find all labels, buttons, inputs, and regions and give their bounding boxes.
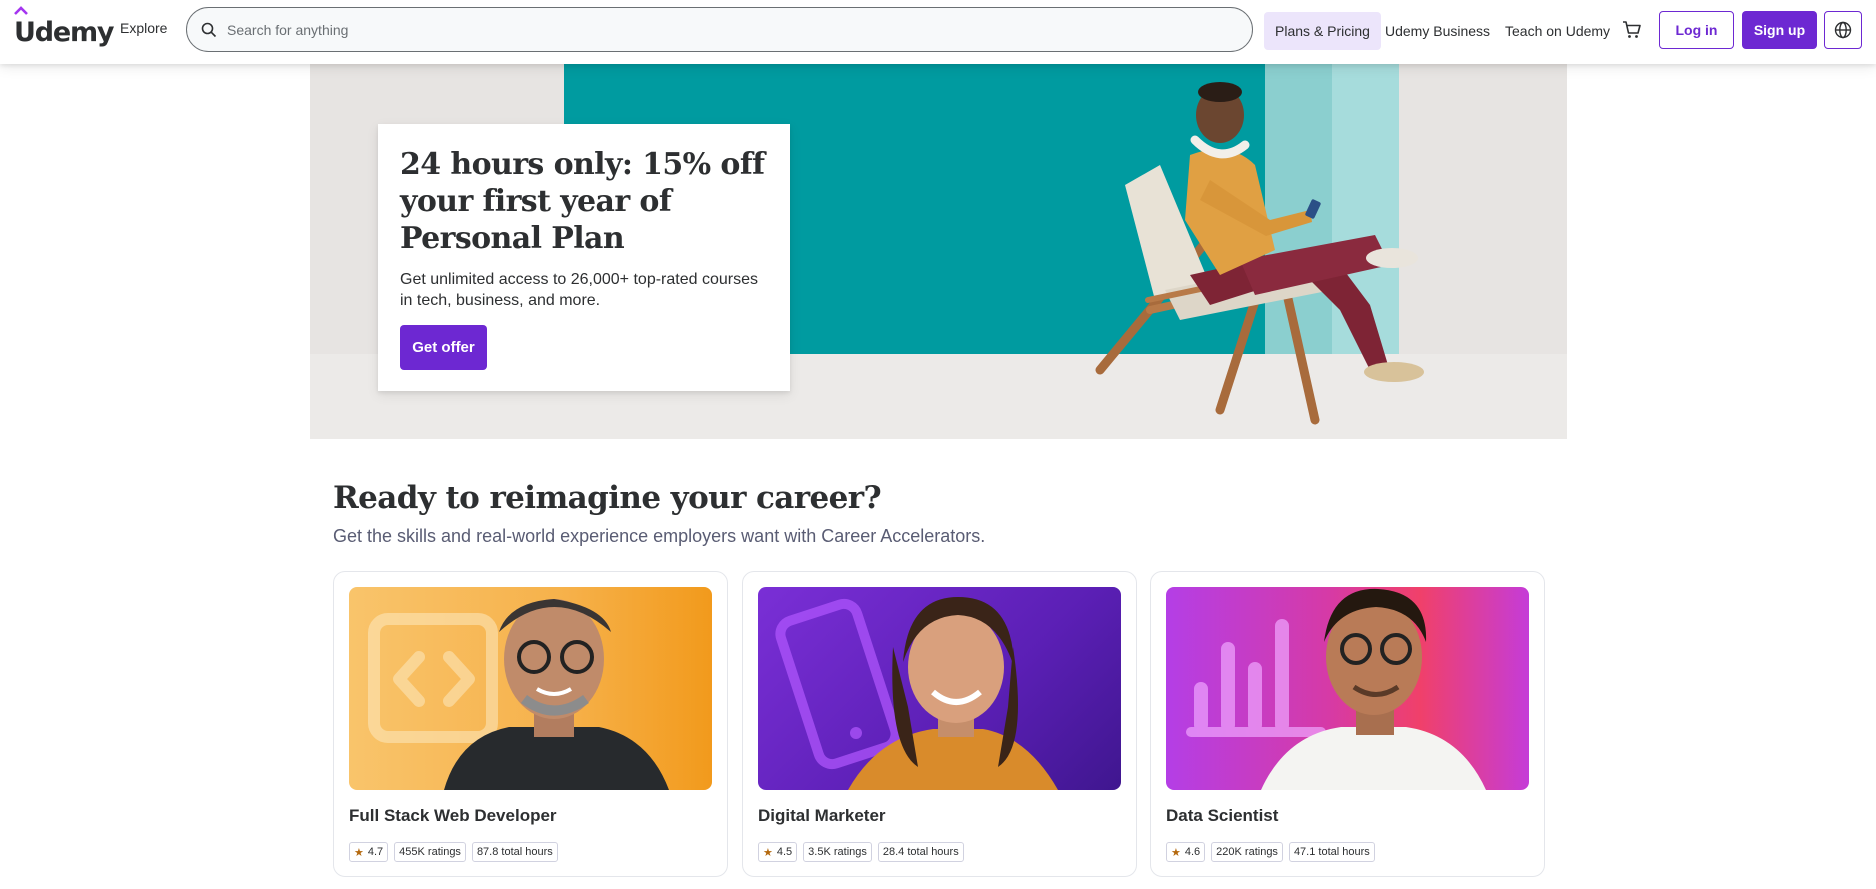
code-icon xyxy=(368,613,498,743)
hours-badge: 47.1 total hours xyxy=(1288,842,1375,862)
udemy-logo[interactable]: Udemy xyxy=(14,6,115,52)
hero-banner: 24 hours only: 15% off your first year o… xyxy=(310,64,1567,439)
card-meta: ★ 4.7 455K ratings 87.8 total hours xyxy=(349,842,558,862)
hero-illustration xyxy=(1095,82,1424,425)
hours-badge: 28.4 total hours xyxy=(877,842,964,862)
language-button[interactable] xyxy=(1824,11,1862,49)
career-section-title: Ready to reimagine your career? xyxy=(333,480,882,516)
offer-description: Get unlimited access to 26,000+ top-rate… xyxy=(400,271,758,309)
card-title: Data Scientist xyxy=(1166,806,1279,825)
ratings-count-badge: 220K ratings xyxy=(1211,842,1283,862)
card-title: Digital Marketer xyxy=(758,806,886,825)
get-offer-button[interactable]: Get offer xyxy=(400,325,487,370)
rating-badge: ★ 4.6 xyxy=(1166,842,1206,862)
udemy-business-link[interactable]: Udemy Business xyxy=(1374,12,1501,50)
hours-badge: 87.8 total hours xyxy=(471,842,558,862)
login-button[interactable]: Log in xyxy=(1659,11,1734,49)
career-card-full-stack[interactable]: Full Stack Web Developer ★ 4.7 455K ratin… xyxy=(333,571,728,877)
offer-card: 24 hours only: 15% off your first year o… xyxy=(378,124,790,391)
globe-icon xyxy=(1834,21,1852,39)
rating-value: 4.7 xyxy=(367,846,384,858)
rating-badge: ★ 4.5 xyxy=(758,842,798,862)
person-photo xyxy=(1261,588,1486,790)
ratings-count-badge: 455K ratings xyxy=(394,842,466,862)
rating-value: 4.5 xyxy=(776,846,793,858)
phone-icon xyxy=(775,598,901,770)
card-title: Full Stack Web Developer xyxy=(349,806,557,825)
teach-on-udemy-link[interactable]: Teach on Udemy xyxy=(1494,12,1621,50)
person-photo xyxy=(444,599,669,790)
logo-hat-icon xyxy=(14,6,28,15)
card-image xyxy=(1166,587,1529,790)
signup-button[interactable]: Sign up xyxy=(1742,11,1817,49)
logo-text: Udemy xyxy=(14,16,115,48)
search-input[interactable] xyxy=(227,9,1227,50)
rating-value: 4.6 xyxy=(1184,846,1201,858)
top-navbar: Udemy Explore Plans & Pricing Udemy Busi… xyxy=(0,0,1876,64)
bar-chart-icon xyxy=(1186,619,1326,737)
career-section-subtitle: Get the skills and real-world experience… xyxy=(333,526,986,546)
career-card-data-scientist[interactable]: Data Scientist ★ 4.6 220K ratings 47.1 to… xyxy=(1150,571,1545,877)
card-image xyxy=(349,587,712,790)
offer-title: 24 hours only: 15% off your first year o… xyxy=(400,147,765,256)
rating-badge: ★ 4.7 xyxy=(349,842,389,862)
star-icon: ★ xyxy=(354,846,364,859)
explore-menu[interactable]: Explore xyxy=(120,20,167,36)
ratings-count-badge: 3.5K ratings xyxy=(803,842,872,862)
star-icon: ★ xyxy=(1171,846,1181,859)
card-image xyxy=(758,587,1121,790)
cart-icon[interactable] xyxy=(1620,18,1644,42)
search-bar[interactable] xyxy=(186,7,1253,52)
plans-pricing-link[interactable]: Plans & Pricing xyxy=(1264,12,1381,50)
search-icon[interactable] xyxy=(199,20,219,40)
card-meta: ★ 4.5 3.5K ratings 28.4 total hours xyxy=(758,842,964,862)
star-icon: ★ xyxy=(763,846,773,859)
career-card-digital-marketer[interactable]: Digital Marketer ★ 4.5 3.5K ratings 28.4 … xyxy=(742,571,1137,877)
card-meta: ★ 4.6 220K ratings 47.1 total hours xyxy=(1166,842,1375,862)
